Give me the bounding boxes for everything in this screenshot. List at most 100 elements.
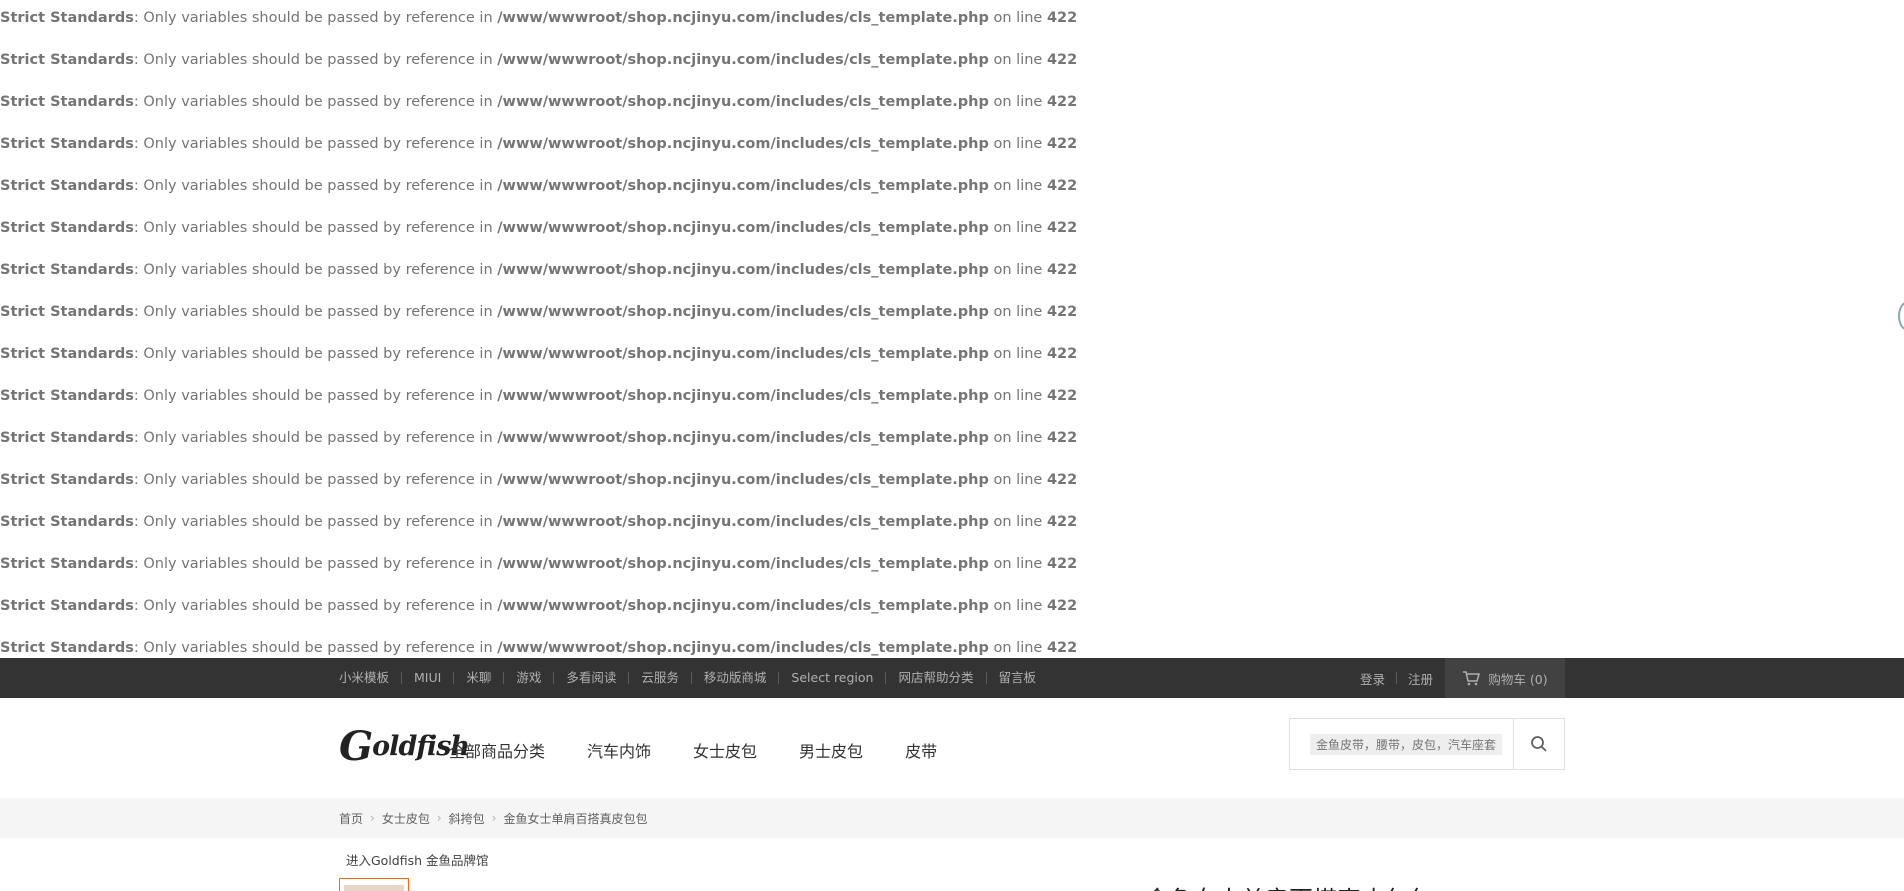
warning-line-number: 422 (1046, 514, 1078, 530)
php-warning-line: Strict Standards: Only variables should … (0, 42, 1904, 84)
nav-mens-bags[interactable]: 男士皮包 (799, 738, 863, 762)
php-warning-line: Strict Standards: Only variables should … (0, 378, 1904, 420)
warning-message: : Only variables should be passed by ref… (133, 10, 498, 26)
login-link[interactable]: 登录 (1360, 669, 1385, 688)
warning-label: Strict Standards (0, 136, 134, 152)
brand-store-link[interactable]: 进入Goldfish 金鱼品牌馆 (346, 850, 489, 869)
topbar-link[interactable]: 网店帮助分类 (898, 658, 973, 698)
warning-file: /www/wwwroot/shop.ncjinyu.com/includes/c… (497, 472, 989, 488)
warning-line-number: 422 (1046, 472, 1078, 488)
warning-line-number: 422 (1046, 304, 1078, 320)
warning-on-line: on line (988, 388, 1047, 404)
php-warning-line: Strict Standards: Only variables should … (0, 588, 1904, 630)
search-form: 金鱼皮带，腰带，皮包，汽车座套 (1289, 718, 1565, 770)
warning-line-number: 422 (1046, 178, 1078, 194)
search-input[interactable]: 金鱼皮带，腰带，皮包，汽车座套 (1289, 718, 1513, 770)
warning-file: /www/wwwroot/shop.ncjinyu.com/includes/c… (497, 556, 989, 572)
search-button[interactable] (1513, 718, 1565, 770)
warning-label: Strict Standards (0, 430, 134, 446)
warning-line-number: 422 (1046, 52, 1078, 68)
warning-message: : Only variables should be passed by ref… (133, 640, 498, 656)
warning-on-line: on line (988, 514, 1047, 530)
warning-line-number: 422 (1046, 220, 1078, 236)
warning-line-number: 422 (1046, 346, 1078, 362)
divider (778, 672, 780, 684)
warning-label: Strict Standards (0, 178, 134, 194)
topbar-link[interactable]: 留言板 (999, 658, 1037, 698)
breadcrumb-home[interactable]: 首页 (339, 810, 363, 827)
warning-message: : Only variables should be passed by ref… (133, 178, 498, 194)
breadcrumb-bar: 首页 › 女士皮包 › 斜挎包 › 金鱼女士单肩百搭真皮包包 (0, 798, 1904, 838)
warning-line-number: 422 (1046, 10, 1078, 26)
nav-belts[interactable]: 皮带 (905, 738, 937, 762)
warning-file: /www/wwwroot/shop.ncjinyu.com/includes/c… (497, 10, 989, 26)
warning-file: /www/wwwroot/shop.ncjinyu.com/includes/c… (497, 430, 989, 446)
breadcrumb-womens-bags[interactable]: 女士皮包 (382, 810, 430, 827)
chevron-right-icon: › (370, 811, 375, 825)
breadcrumb-crossbody[interactable]: 斜挎包 (449, 810, 485, 827)
cart-button[interactable]: 购物车 (0) (1445, 658, 1565, 698)
divider (503, 672, 505, 684)
warning-message: : Only variables should be passed by ref… (133, 220, 498, 236)
warning-line-number: 422 (1046, 136, 1078, 152)
topbar-link[interactable]: Select region (791, 658, 873, 698)
warning-on-line: on line (988, 262, 1047, 278)
warning-message: : Only variables should be passed by ref… (133, 52, 498, 68)
site-topbar: 小米模板 MIUI 米聊 游戏 多看阅读 云服务 移动版商城 Select region 网店帮… (0, 658, 1904, 698)
warning-on-line: on line (988, 346, 1047, 362)
topbar-nav: 小米模板 MIUI 米聊 游戏 多看阅读 云服务 移动版商城 Select region 网店帮… (339, 658, 1036, 698)
topbar-link[interactable]: MIUI (414, 658, 441, 698)
nav-car-interior[interactable]: 汽车内饰 (587, 738, 651, 762)
warning-line-number: 422 (1046, 388, 1078, 404)
topbar-link[interactable]: 移动版商城 (704, 658, 767, 698)
warning-on-line: on line (988, 136, 1047, 152)
topbar-link[interactable]: 游戏 (516, 658, 541, 698)
product-title: 金鱼女士单肩百搭真皮包包 (1145, 880, 1433, 891)
topbar-link[interactable]: 云服务 (641, 658, 679, 698)
warning-file: /www/wwwroot/shop.ncjinyu.com/includes/c… (497, 598, 989, 614)
php-warnings: Strict Standards: Only variables should … (0, 0, 1904, 672)
warning-message: : Only variables should be passed by ref… (133, 388, 498, 404)
breadcrumb: 首页 › 女士皮包 › 斜挎包 › 金鱼女士单肩百搭真皮包包 (339, 798, 648, 838)
divider (885, 672, 887, 684)
divider (401, 672, 403, 684)
php-warning-line: Strict Standards: Only variables should … (0, 210, 1904, 252)
warning-file: /www/wwwroot/shop.ncjinyu.com/includes/c… (497, 94, 989, 110)
warning-file: /www/wwwroot/shop.ncjinyu.com/includes/c… (497, 220, 989, 236)
divider (453, 672, 455, 684)
warning-label: Strict Standards (0, 388, 134, 404)
nav-all-categories[interactable]: 全部商品分类 (449, 738, 545, 762)
warning-file: /www/wwwroot/shop.ncjinyu.com/includes/c… (497, 346, 989, 362)
warning-line-number: 422 (1046, 598, 1078, 614)
warning-message: : Only variables should be passed by ref… (133, 262, 498, 278)
divider (985, 672, 987, 684)
php-warning-line: Strict Standards: Only variables should … (0, 462, 1904, 504)
topbar-link[interactable]: 小米模板 (339, 658, 389, 698)
warning-label: Strict Standards (0, 52, 134, 68)
warning-message: : Only variables should be passed by ref… (133, 136, 498, 152)
register-link[interactable]: 注册 (1408, 669, 1433, 688)
search-hint[interactable]: 金鱼皮带，腰带，皮包，汽车座套 (1310, 733, 1503, 755)
nav-womens-bags[interactable]: 女士皮包 (693, 738, 757, 762)
divider (1395, 672, 1397, 684)
topbar-link[interactable]: 米聊 (466, 658, 491, 698)
main-nav: 全部商品分类 汽车内饰 女士皮包 男士皮包 皮带 (449, 738, 979, 762)
warning-label: Strict Standards (0, 598, 134, 614)
warning-on-line: on line (988, 640, 1047, 656)
warning-label: Strict Standards (0, 220, 134, 236)
warning-file: /www/wwwroot/shop.ncjinyu.com/includes/c… (497, 136, 989, 152)
warning-message: : Only variables should be passed by ref… (133, 94, 498, 110)
warning-on-line: on line (988, 178, 1047, 194)
warning-label: Strict Standards (0, 304, 134, 320)
warning-label: Strict Standards (0, 94, 134, 110)
php-warning-line: Strict Standards: Only variables should … (0, 84, 1904, 126)
warning-message: : Only variables should be passed by ref… (133, 598, 498, 614)
warning-file: /www/wwwroot/shop.ncjinyu.com/includes/c… (497, 514, 989, 530)
breadcrumb-current: 金鱼女士单肩百搭真皮包包 (503, 811, 648, 826)
warning-file: /www/wwwroot/shop.ncjinyu.com/includes/c… (497, 178, 989, 194)
product-thumbnail[interactable] (339, 878, 409, 891)
warning-message: : Only variables should be passed by ref… (133, 556, 498, 572)
warning-on-line: on line (988, 304, 1047, 320)
warning-on-line: on line (988, 598, 1047, 614)
topbar-link[interactable]: 多看阅读 (566, 658, 616, 698)
